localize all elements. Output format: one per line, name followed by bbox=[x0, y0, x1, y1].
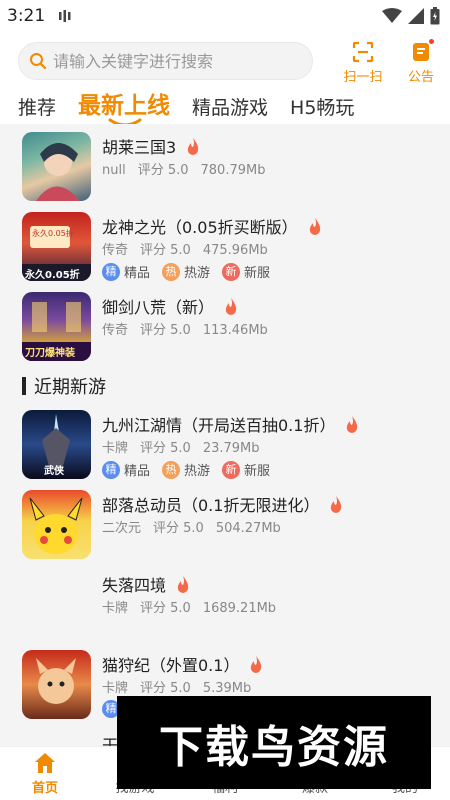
fire-icon bbox=[177, 575, 189, 593]
category-tabs: 推荐 最新上线 精品游戏 H5畅玩 bbox=[18, 90, 376, 127]
game-thumbnail: 刀刀爆神装 bbox=[22, 292, 91, 361]
watermark-text: 下载鸟资源 bbox=[159, 721, 389, 773]
game-item[interactable]: 部落总动员（0.1折无限进化） 二次元 评分 5.0 504.27Mb bbox=[0, 484, 450, 564]
game-meta: 卡牌 评分 5.0 1689.21Mb bbox=[102, 601, 277, 616]
game-thumbnail bbox=[22, 650, 91, 719]
section-title: 近期新游 bbox=[34, 377, 106, 398]
notice-icon-wrap bbox=[409, 38, 435, 64]
section-header: 近期新游 bbox=[22, 373, 106, 399]
sim-icon bbox=[59, 10, 71, 22]
signal-icon bbox=[408, 8, 424, 24]
tag-hot: 热热游 bbox=[162, 460, 210, 479]
fire-icon bbox=[188, 137, 199, 155]
thumb-caption: 刀刀爆神装 bbox=[25, 348, 75, 359]
game-item[interactable]: 失落四境 卡牌 评分 5.0 1689.21Mb bbox=[0, 564, 450, 644]
game-meta: 二次元 评分 5.0 504.27Mb bbox=[102, 521, 281, 536]
game-thumbnail bbox=[22, 132, 91, 201]
wifi-icon bbox=[382, 8, 402, 23]
thumb-caption: 武侠 bbox=[44, 466, 64, 477]
header: 扫一扫 公告 推荐 最新上线 精品游戏 H5畅玩 bbox=[0, 34, 450, 127]
search-icon bbox=[30, 53, 47, 70]
nav-home[interactable]: 首页 bbox=[0, 747, 90, 800]
tab-recommend[interactable]: 推荐 bbox=[18, 93, 56, 124]
fire-icon bbox=[225, 297, 237, 315]
fire-icon bbox=[347, 415, 358, 433]
search-bar[interactable] bbox=[18, 42, 313, 80]
game-meta: 传奇 评分 5.0 113.46Mb bbox=[102, 323, 268, 338]
game-title: 猫狩纪（外置0.1） bbox=[102, 652, 263, 676]
status-icons bbox=[382, 7, 440, 25]
game-item[interactable]: 胡莱三国3 null 评分 5.0 780.79Mb bbox=[0, 126, 450, 206]
tab-new-release[interactable]: 最新上线 bbox=[78, 86, 170, 127]
game-title: 失落四境 bbox=[102, 572, 190, 596]
game-tags: 精精品 热热游 新新服 bbox=[102, 460, 270, 479]
tab-premium-games[interactable]: 精品游戏 bbox=[192, 93, 268, 124]
tag-premium: 精精品 bbox=[102, 262, 150, 281]
game-title: 胡莱三国3 bbox=[102, 134, 200, 158]
game-tags: 精精品 热热游 新新服 bbox=[102, 262, 270, 281]
status-bar: 3:21 bbox=[0, 0, 450, 34]
game-list[interactable]: 胡莱三国3 null 评分 5.0 780.79Mb 永久0.05折 永久0.05折… bbox=[0, 124, 450, 746]
game-meta: null 评分 5.0 780.79Mb bbox=[102, 163, 266, 178]
game-meta: 卡牌 评分 5.0 5.39Mb bbox=[102, 681, 252, 696]
game-meta: 传奇 评分 5.0 475.96Mb bbox=[102, 243, 268, 258]
scan-icon bbox=[352, 41, 374, 63]
tag-new-server: 新新服 bbox=[222, 262, 270, 281]
game-meta: 卡牌 评分 5.0 23.79Mb bbox=[102, 441, 260, 456]
tab-h5-games[interactable]: H5畅玩 bbox=[290, 93, 354, 124]
home-icon bbox=[35, 753, 55, 773]
notice-button[interactable]: 公告 bbox=[403, 38, 439, 85]
fire-icon bbox=[331, 495, 342, 513]
fire-icon bbox=[251, 655, 262, 673]
game-title: 部落总动员（0.1折无限进化） bbox=[102, 492, 343, 516]
watermark-overlay: 下载鸟资源 bbox=[117, 696, 431, 789]
game-item[interactable]: 永久0.05折 永久0.05折 龙神之光（0.05折买断版） 传奇 评分 5.0 4… bbox=[0, 206, 450, 286]
section-bar bbox=[22, 377, 26, 395]
game-title: 九州江湖情（开局送百抽0.1折） bbox=[102, 412, 359, 436]
game-title: 龙神之光（0.05折买断版） bbox=[102, 214, 322, 238]
thumb-caption: 永久0.05折 bbox=[25, 270, 80, 281]
game-thumbnail bbox=[22, 490, 91, 559]
notice-label: 公告 bbox=[407, 70, 434, 85]
tag-hot: 热热游 bbox=[162, 262, 210, 281]
battery-icon bbox=[430, 7, 440, 25]
game-item[interactable]: 刀刀爆神装 御剑八荒（新） 传奇 评分 5.0 113.46Mb bbox=[0, 286, 450, 366]
notice-unread-dot bbox=[428, 38, 435, 45]
game-thumbnail: 武侠 bbox=[22, 410, 91, 479]
search-input[interactable] bbox=[53, 49, 303, 73]
game-item[interactable]: 武侠 九州江湖情（开局送百抽0.1折） 卡牌 评分 5.0 23.79Mb 精精品 … bbox=[0, 404, 450, 484]
game-thumbnail: 永久0.05折 永久0.05折 bbox=[22, 212, 91, 281]
status-time: 3:21 bbox=[7, 6, 46, 26]
scan-label: 扫一扫 bbox=[343, 70, 383, 85]
thumb-caption: 永久0.05折 bbox=[32, 229, 74, 238]
tag-new-server: 新新服 bbox=[222, 460, 270, 479]
tag-premium: 精精品 bbox=[102, 460, 150, 479]
game-title: 御剑八荒（新） bbox=[102, 294, 238, 318]
game-thumbnail bbox=[22, 570, 91, 639]
scan-button[interactable]: 扫一扫 bbox=[340, 40, 386, 85]
game-title: 干 bbox=[102, 736, 119, 746]
fire-icon bbox=[309, 217, 320, 235]
